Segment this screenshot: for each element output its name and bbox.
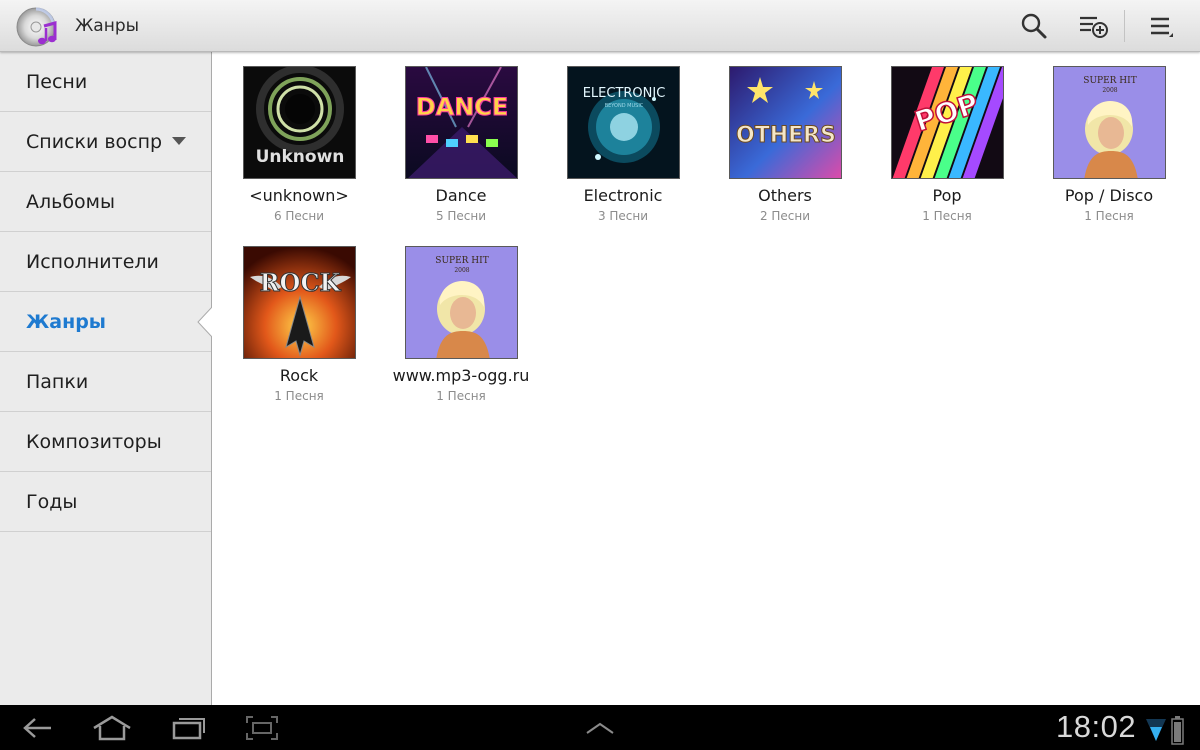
action-bar-divider <box>1124 10 1125 42</box>
cover-text: ROCK <box>260 268 342 297</box>
search-button[interactable] <box>1014 6 1054 46</box>
add-playlist-icon <box>1080 16 1108 38</box>
genre-tile[interactable]: Unknown <unknown> 6 Песни <box>213 53 375 223</box>
add-playlist-button[interactable] <box>1073 6 1113 46</box>
album-cover: SUPER HIT 2008 <box>405 246 518 359</box>
wifi-icon <box>1146 719 1166 741</box>
active-indicator-icon <box>197 307 212 337</box>
back-icon <box>23 718 51 738</box>
search-icon <box>1021 13 1047 39</box>
song-count: 1 Песня <box>436 389 486 403</box>
sidebar-item-label: Годы <box>26 490 78 513</box>
genre-name: Pop / Disco <box>1064 186 1154 205</box>
music-disc-icon[interactable] <box>16 6 58 48</box>
cover-subtext: 2008 <box>1102 87 1117 94</box>
back-button[interactable] <box>14 709 62 747</box>
screenshot-icon <box>246 716 278 740</box>
song-count: 5 Песни <box>435 209 487 223</box>
song-count: 1 Песня <box>274 389 324 403</box>
sidebar-item-years[interactable]: Годы <box>0 472 211 532</box>
cover-text: ELECTRONIC <box>583 86 666 101</box>
system-bar: 18:02 <box>0 705 1200 750</box>
genre-name: Others <box>758 186 812 205</box>
cover-text: DANCE <box>416 93 509 121</box>
album-cover: SUPER HIT 2008 <box>1053 66 1166 179</box>
album-cover: DANCE <box>405 66 518 179</box>
song-count: 1 Песня <box>922 209 972 223</box>
genre-grid: Unknown <unknown> 6 Песни DANCE Dance 5 … <box>213 53 1200 705</box>
genre-name: Rock <box>279 366 319 385</box>
cover-text: Unknown <box>256 147 345 167</box>
screenshot-button[interactable] <box>238 709 286 747</box>
album-cover: ROCK <box>243 246 356 359</box>
genre-tile[interactable]: DANCE Dance 5 Песни <box>375 53 537 223</box>
status-icons[interactable] <box>1144 713 1194 747</box>
sidebar-item-songs[interactable]: Песни <box>0 52 211 112</box>
genre-name: Dance <box>435 186 487 205</box>
sidebar-item-label: Альбомы <box>26 190 116 213</box>
expand-button[interactable] <box>576 709 624 747</box>
genre-tile[interactable]: SUPER HIT 2008 Pop / Disco 1 Песня <box>1023 53 1185 223</box>
home-icon <box>93 715 131 741</box>
sidebar-item-label: Папки <box>26 370 89 393</box>
sidebar-item-folders[interactable]: Папки <box>0 352 211 412</box>
cover-subtext: 2008 <box>454 267 469 274</box>
album-cover: OTHERS <box>729 66 842 179</box>
clock[interactable]: 18:02 <box>1056 709 1136 745</box>
home-button[interactable] <box>88 709 136 747</box>
genre-tile[interactable]: ROCK Rock 1 Песня <box>213 233 375 403</box>
song-count: 2 Песни <box>759 209 811 223</box>
sidebar-item-label: Композиторы <box>26 430 162 453</box>
genre-tile[interactable]: ELECTRONIC BEYOND MUSIC Electronic 3 Пес… <box>537 53 699 223</box>
genre-name: <unknown> <box>249 186 349 205</box>
action-bar: Жанры <box>0 0 1200 52</box>
sidebar: Песни Списки воспроизведения Альбомы Исп… <box>0 52 212 705</box>
overflow-menu-icon <box>1151 17 1173 37</box>
cover-text: OTHERS <box>736 123 836 148</box>
sidebar-item-albums[interactable]: Альбомы <box>0 172 211 232</box>
album-cover: ELECTRONIC BEYOND MUSIC <box>567 66 680 179</box>
overflow-menu-button[interactable] <box>1142 6 1182 46</box>
cover-text: SUPER HIT <box>435 256 488 266</box>
cover-subtext: BEYOND MUSIC <box>605 103 644 109</box>
song-count: 3 Песни <box>597 209 649 223</box>
genre-name: www.mp3-ogg.ru <box>392 366 530 385</box>
song-count: 6 Песни <box>273 209 325 223</box>
sidebar-item-composers[interactable]: Композиторы <box>0 412 211 472</box>
album-cover: Unknown <box>243 66 356 179</box>
recent-apps-button[interactable] <box>164 709 212 747</box>
cover-text: SUPER HIT <box>1083 76 1136 86</box>
genre-tile[interactable]: OTHERS Others 2 Песни <box>699 53 861 223</box>
genre-tile[interactable]: SUPER HIT 2008 www.mp3-ogg.ru 1 Песня <box>375 233 537 403</box>
page-title: Жанры <box>75 16 140 36</box>
sidebar-item-label: Списки воспроизведения <box>26 130 162 153</box>
genre-name: Pop <box>932 186 962 205</box>
dropdown-arrow-icon[interactable] <box>172 137 186 145</box>
sidebar-item-label: Исполнители <box>26 250 159 273</box>
sidebar-item-label: Жанры <box>26 310 106 333</box>
genre-tile[interactable]: POP Pop 1 Песня <box>861 53 1023 223</box>
recent-apps-icon <box>172 718 205 740</box>
sidebar-item-artists[interactable]: Исполнители <box>0 232 211 292</box>
song-count: 1 Песня <box>1084 209 1134 223</box>
genre-name: Electronic <box>583 186 663 205</box>
sidebar-item-playlists[interactable]: Списки воспроизведения <box>0 112 211 172</box>
battery-icon <box>1171 716 1184 745</box>
album-cover: POP <box>891 66 1004 179</box>
sidebar-item-genres[interactable]: Жанры <box>0 292 212 352</box>
sidebar-item-label: Песни <box>26 70 88 93</box>
chevron-up-icon <box>586 722 614 734</box>
